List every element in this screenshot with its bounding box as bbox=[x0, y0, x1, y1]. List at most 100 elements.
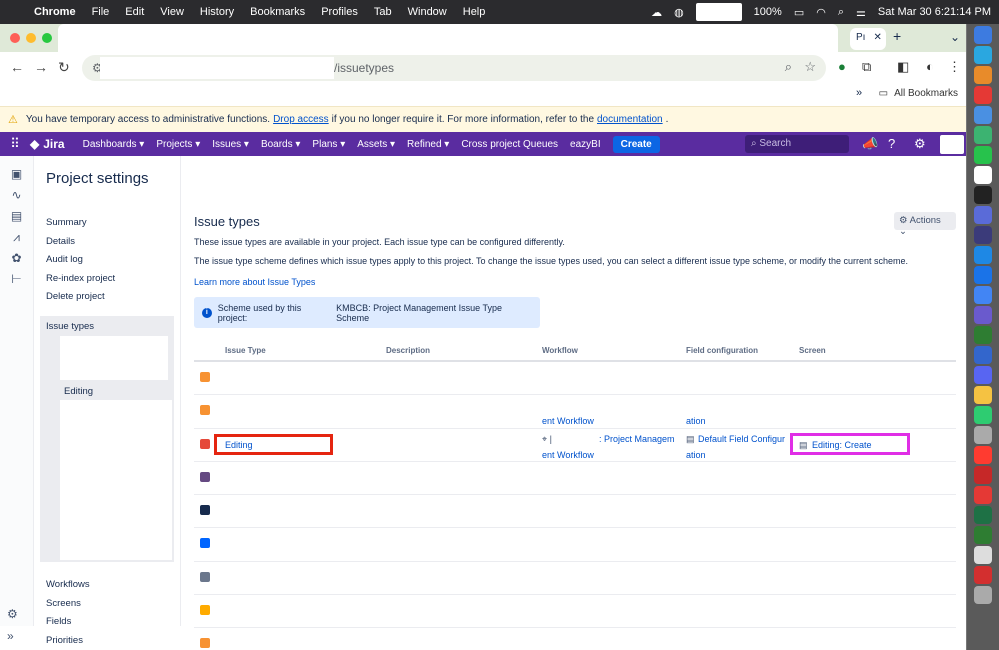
dock-app-icon[interactable] bbox=[974, 386, 992, 404]
datetime[interactable]: Sat Mar 30 6:21:14 PM bbox=[878, 6, 991, 18]
dock-app-icon[interactable] bbox=[974, 46, 992, 64]
collapse-icon[interactable]: » bbox=[7, 626, 14, 647]
dock-app-icon[interactable] bbox=[974, 546, 992, 564]
dock-app-icon[interactable] bbox=[974, 506, 992, 524]
nav-cross-project-queues[interactable]: Cross project Queues bbox=[461, 139, 558, 150]
dock-app-icon[interactable] bbox=[974, 406, 992, 424]
nav-projects[interactable]: Projects ▾ bbox=[156, 139, 200, 150]
reports-icon[interactable]: ⩘ bbox=[0, 227, 33, 248]
sidebar-item-editing[interactable]: Editing bbox=[64, 386, 93, 397]
megaphone-icon[interactable]: 📣 bbox=[862, 136, 878, 152]
minimize-window-icon[interactable] bbox=[26, 33, 36, 43]
wechat-icon[interactable]: ◍ bbox=[674, 6, 684, 19]
components-icon[interactable]: ✿ bbox=[0, 248, 33, 269]
zoom-icon[interactable]: ⌕ bbox=[785, 59, 792, 75]
nav-eazybi[interactable]: eazyBI bbox=[570, 139, 601, 150]
drop-access-link[interactable]: Drop access bbox=[273, 114, 329, 125]
field-config-link-cont[interactable]: ation bbox=[686, 416, 706, 426]
nav-dashboards[interactable]: Dashboards ▾ bbox=[83, 139, 145, 150]
more-bookmarks-icon[interactable]: » bbox=[856, 87, 862, 99]
dock-app-icon[interactable] bbox=[974, 246, 992, 264]
menu-profiles[interactable]: Profiles bbox=[321, 6, 358, 18]
scheme-name[interactable]: KMBCB: Project Management Issue Type Sch… bbox=[336, 303, 532, 323]
nav-boards[interactable]: Boards ▾ bbox=[261, 139, 300, 150]
nav-issues[interactable]: Issues ▾ bbox=[212, 139, 249, 150]
project-avatar-icon[interactable]: ▣ bbox=[0, 164, 33, 185]
active-tab[interactable] bbox=[58, 24, 838, 52]
second-tab[interactable]: Pı ✕ bbox=[850, 28, 886, 50]
dock-app-icon[interactable] bbox=[974, 266, 992, 284]
dock-app-icon[interactable] bbox=[974, 286, 992, 304]
back-icon[interactable]: ← bbox=[10, 59, 24, 75]
dock-app-icon[interactable] bbox=[974, 586, 992, 604]
zoom-window-icon[interactable] bbox=[42, 33, 52, 43]
sidebar-item-delete[interactable]: Delete project bbox=[46, 288, 115, 307]
dock-app-icon[interactable] bbox=[974, 346, 992, 364]
sidebar-item-details[interactable]: Details bbox=[46, 233, 115, 252]
app-switcher-icon[interactable]: ⠿ bbox=[0, 136, 30, 152]
reload-icon[interactable]: ↻ bbox=[58, 59, 70, 76]
dock-app-icon[interactable] bbox=[974, 106, 992, 124]
wifi-icon[interactable]: ◠ bbox=[816, 6, 826, 19]
board-icon[interactable]: ▤ bbox=[0, 206, 33, 227]
new-tab-icon[interactable]: + bbox=[893, 28, 901, 44]
avatar[interactable] bbox=[940, 135, 964, 154]
close-tab-icon[interactable]: ✕ bbox=[873, 32, 881, 46]
sidebar-item-issue-types[interactable]: Issue types bbox=[46, 321, 94, 332]
dock-app-icon[interactable] bbox=[974, 206, 992, 224]
dock-app-icon[interactable] bbox=[974, 26, 992, 44]
dock-app-icon[interactable] bbox=[974, 86, 992, 104]
dock-app-icon[interactable] bbox=[974, 466, 992, 484]
address-bar[interactable]: ⚙ /issuetypes ⌕ ☆ bbox=[82, 55, 826, 81]
documentation-link[interactable]: documentation bbox=[597, 114, 663, 125]
dock-app-icon[interactable] bbox=[974, 226, 992, 244]
workflow-link-cont[interactable]: ent Workflow bbox=[542, 416, 594, 426]
menu-edit[interactable]: Edit bbox=[125, 6, 144, 18]
control-center-icon[interactable]: ⚌ bbox=[856, 6, 866, 19]
learn-more-link[interactable]: Learn more about Issue Types bbox=[194, 277, 315, 287]
forward-icon[interactable]: → bbox=[34, 59, 48, 75]
workflow-link-cont[interactable]: ent Workflow bbox=[542, 450, 594, 460]
dock-app-icon[interactable] bbox=[974, 166, 992, 184]
gear-icon[interactable]: ⚙ bbox=[914, 136, 926, 152]
nav-refined[interactable]: Refined ▾ bbox=[407, 139, 449, 150]
dock-app-icon[interactable] bbox=[974, 566, 992, 584]
nav-plans[interactable]: Plans ▾ bbox=[312, 139, 345, 150]
sidebar-item-summary[interactable]: Summary bbox=[46, 214, 115, 233]
actions-button[interactable]: ⚙ Actions ⌄ bbox=[894, 212, 956, 237]
menu-app-name[interactable]: Chrome bbox=[34, 6, 76, 18]
close-window-icon[interactable] bbox=[10, 33, 20, 43]
sidebar-item-fields[interactable]: Fields bbox=[46, 613, 90, 632]
sidebar-item-priorities[interactable]: Priorities bbox=[46, 632, 90, 650]
sidebar-item-workflows[interactable]: Workflows bbox=[46, 576, 90, 595]
menu-tab[interactable]: Tab bbox=[374, 6, 392, 18]
search-input[interactable]: ⌕ Search bbox=[745, 135, 849, 153]
dock-app-icon[interactable] bbox=[974, 66, 992, 84]
menu-file[interactable]: File bbox=[92, 6, 110, 18]
dock-app-icon[interactable] bbox=[974, 306, 992, 324]
menu-history[interactable]: History bbox=[200, 6, 234, 18]
sidebar-item-screens[interactable]: Screens bbox=[46, 595, 90, 614]
sidebar-item-reindex[interactable]: Re-index project bbox=[46, 270, 115, 289]
side-panel-icon[interactable]: ◧ bbox=[897, 59, 909, 75]
dock-app-icon[interactable] bbox=[974, 526, 992, 544]
help-icon[interactable]: ? bbox=[888, 136, 895, 151]
hierarchy-icon[interactable]: ⊢ bbox=[0, 269, 33, 290]
menu-bookmarks[interactable]: Bookmarks bbox=[250, 6, 305, 18]
field-config-link[interactable]: Default Field Configur bbox=[698, 434, 785, 444]
dock-app-icon[interactable] bbox=[974, 146, 992, 164]
menu-help[interactable]: Help bbox=[463, 6, 486, 18]
search-icon[interactable]: ⌕ bbox=[838, 6, 844, 19]
profile-icon[interactable]: ◐ bbox=[926, 59, 934, 74]
create-button[interactable]: Create bbox=[612, 135, 660, 153]
nav-assets[interactable]: Assets ▾ bbox=[357, 139, 395, 150]
all-bookmarks[interactable]: ▭ All Bookmarks bbox=[879, 88, 958, 99]
dock-app-icon[interactable] bbox=[974, 366, 992, 384]
activity-icon[interactable]: ∿ bbox=[0, 185, 33, 206]
dock-app-icon[interactable] bbox=[974, 326, 992, 344]
more-menu-icon[interactable]: ⋮ bbox=[948, 59, 961, 75]
dock-app-icon[interactable] bbox=[974, 126, 992, 144]
battery-icon[interactable]: ▭ bbox=[794, 6, 804, 19]
dock-app-icon[interactable] bbox=[974, 186, 992, 204]
dock-app-icon[interactable] bbox=[974, 446, 992, 464]
